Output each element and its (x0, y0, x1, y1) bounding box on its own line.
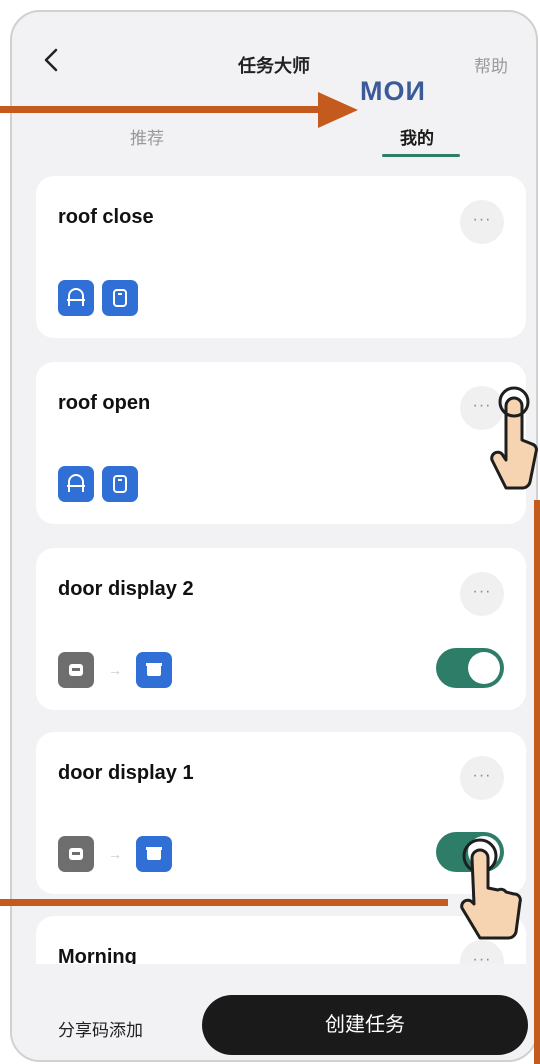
pointing-hand-icon (460, 838, 522, 940)
page-title: 任务大师 (238, 56, 310, 76)
annotation-vertical-line (534, 500, 540, 1064)
phone-holder-icon (102, 280, 138, 316)
more-button[interactable]: ··· (460, 756, 504, 800)
task-name: door display 1 (58, 762, 194, 784)
header: 任务大师 帮助 (12, 12, 536, 112)
arrow-right-icon: → (108, 846, 122, 862)
task-card[interactable]: door display 2 ··· → (36, 548, 526, 710)
arrow-right-icon: → (108, 662, 122, 678)
door-icon (58, 280, 94, 316)
more-button[interactable]: ··· (460, 200, 504, 244)
box-icon (136, 652, 172, 688)
pointing-hand-icon (490, 386, 538, 490)
device-icons (58, 466, 146, 502)
active-tab-indicator (382, 154, 460, 157)
box-icon (136, 836, 172, 872)
help-link[interactable]: 帮助 (474, 52, 508, 77)
annotation-arrow-line (0, 106, 322, 113)
task-card[interactable]: roof close ··· (36, 176, 526, 338)
door-icon (58, 466, 94, 502)
device-icons (58, 280, 146, 316)
more-button[interactable]: ··· (460, 572, 504, 616)
create-task-button[interactable]: 创建任务 (202, 995, 528, 1055)
task-name: door display 2 (58, 578, 194, 600)
task-name: roof open (58, 392, 151, 414)
annotation-arrowhead-icon (318, 92, 358, 128)
task-name: roof close (58, 206, 154, 228)
tab-bar: 推荐 我的 (12, 124, 536, 164)
task-toggle[interactable] (436, 648, 504, 688)
display-icon (58, 652, 94, 688)
device-icons: → (58, 836, 180, 872)
toggle-knob (468, 652, 500, 684)
tab-mine[interactable]: 我的 (400, 124, 434, 149)
task-card[interactable]: roof open ··· (36, 362, 526, 524)
display-icon (58, 836, 94, 872)
phone-holder-icon (102, 466, 138, 502)
share-code-add-button[interactable]: 分享码添加 (58, 1016, 143, 1041)
device-icons: → (58, 652, 180, 688)
tab-recommended[interactable]: 推荐 (130, 124, 164, 149)
annotation-bottom-line (0, 899, 448, 906)
annotation-label: МОИ (360, 76, 426, 106)
